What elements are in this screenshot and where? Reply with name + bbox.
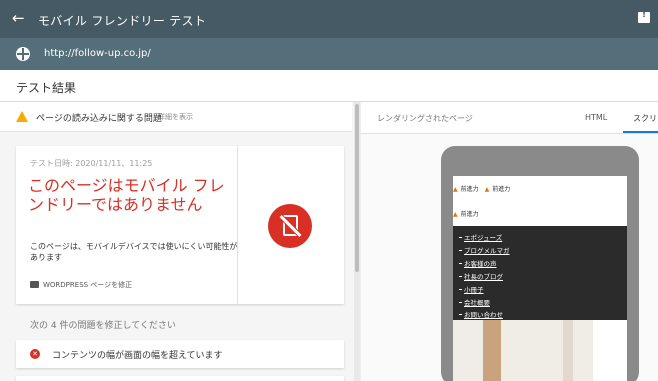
menu-item: お客様の声 [459, 258, 497, 268]
preview-tabs: レンダリングされたページ HTML スクリ [361, 102, 658, 134]
issue-row[interactable]: ✕ コンテンツの幅が画面の幅を超えています [16, 340, 344, 368]
issue-row[interactable] [16, 376, 344, 381]
not-mobile-friendly-icon [268, 204, 312, 248]
site-logo-text: 前進力 [460, 211, 479, 218]
result-headline: このページはモバイル フレンドリーではありません [28, 176, 225, 214]
results-panel: ページの読み込みに関する問題 詳細を表示 テスト日時: 2020/11/11、1… [0, 102, 360, 381]
graduation-cap-icon [30, 281, 39, 288]
results-title: テスト結果 [16, 81, 77, 95]
menu-item: ブログメルマガ [459, 245, 510, 255]
site-hero-photo [453, 320, 627, 381]
site-logo-text: 前進力 [492, 186, 511, 193]
phone-screen: ▲ 前進力 ▲ 前進力 ▲ 前進力 エポジューズ ブログメルマガ お客様の声 社長のブロ… [453, 176, 627, 381]
scrollbar-thumb[interactable] [355, 104, 359, 272]
page-loading-issues-bar[interactable]: ページの読み込みに関する問題 詳細を表示 [0, 102, 352, 132]
tab-html[interactable]: HTML [585, 113, 607, 122]
site-menu: エポジューズ ブログメルマガ お客様の声 社長のブログ 小冊子 会社概要 お問い… [453, 226, 627, 320]
warning-icon [16, 111, 28, 122]
tested-url: http://follow-up.co.jp/ [44, 48, 151, 59]
url-bar: http://follow-up.co.jp/ [0, 38, 658, 70]
menu-item: お問い合わせ [459, 309, 503, 319]
menu-item: 社長のブログ [459, 271, 503, 281]
view-details-link[interactable]: 詳細を表示 [158, 112, 193, 122]
site-logo-row: ▲ 前進力 [453, 211, 479, 218]
result-card: テスト日時: 2020/11/11、11:25 このページはモバイル フレンドリ… [16, 146, 344, 304]
app-title: モバイル フレンドリー テスト [38, 14, 207, 28]
menu-item: 小冊子 [459, 284, 484, 294]
menu-item: エポジューズ [459, 232, 502, 242]
result-description: このページは、モバイルデバイスでは使いにくい可能性があります [30, 242, 238, 262]
results-header: テスト結果 [0, 70, 658, 102]
menu-item: 会社概要 [459, 297, 490, 307]
phone-frame: ▲ 前進力 ▲ 前進力 ▲ 前進力 エポジューズ ブログメルマガ お客様の声 社長のブロ… [441, 146, 639, 381]
site-logo-row: ▲ 前進力 ▲ 前進力 [453, 186, 511, 193]
tab-screenshot[interactable]: スクリ [633, 113, 657, 124]
issue-label: コンテンツの幅が画面の幅を超えています [52, 351, 223, 361]
page-loading-issues-label: ページの読み込みに関する問題 [36, 114, 162, 124]
card-divider [237, 146, 238, 304]
test-date: テスト日時: 2020/11/11、11:25 [30, 159, 153, 168]
back-arrow-icon[interactable]: ← [12, 9, 25, 27]
fix-wordpress-label: WORDPRESS ページを修正 [43, 281, 133, 289]
site-logo-text: 前進力 [460, 186, 479, 193]
error-icon: ✕ [30, 349, 40, 359]
rendered-page-label: レンダリングされたページ [377, 114, 473, 123]
fix-wordpress-link[interactable]: WORDPRESS ページを修正 [30, 280, 132, 290]
feedback-icon[interactable] [638, 10, 650, 23]
fix-issues-heading: 次の 4 件の問題を修正してください [30, 321, 176, 331]
preview-panel: レンダリングされたページ HTML スクリ ▲ 前進力 ▲ 前進力 ▲ 前進力 エポジュ… [361, 102, 658, 381]
globe-icon [16, 47, 30, 61]
active-tab-indicator [623, 131, 658, 133]
app-header: ← モバイル フレンドリー テスト [0, 0, 658, 38]
